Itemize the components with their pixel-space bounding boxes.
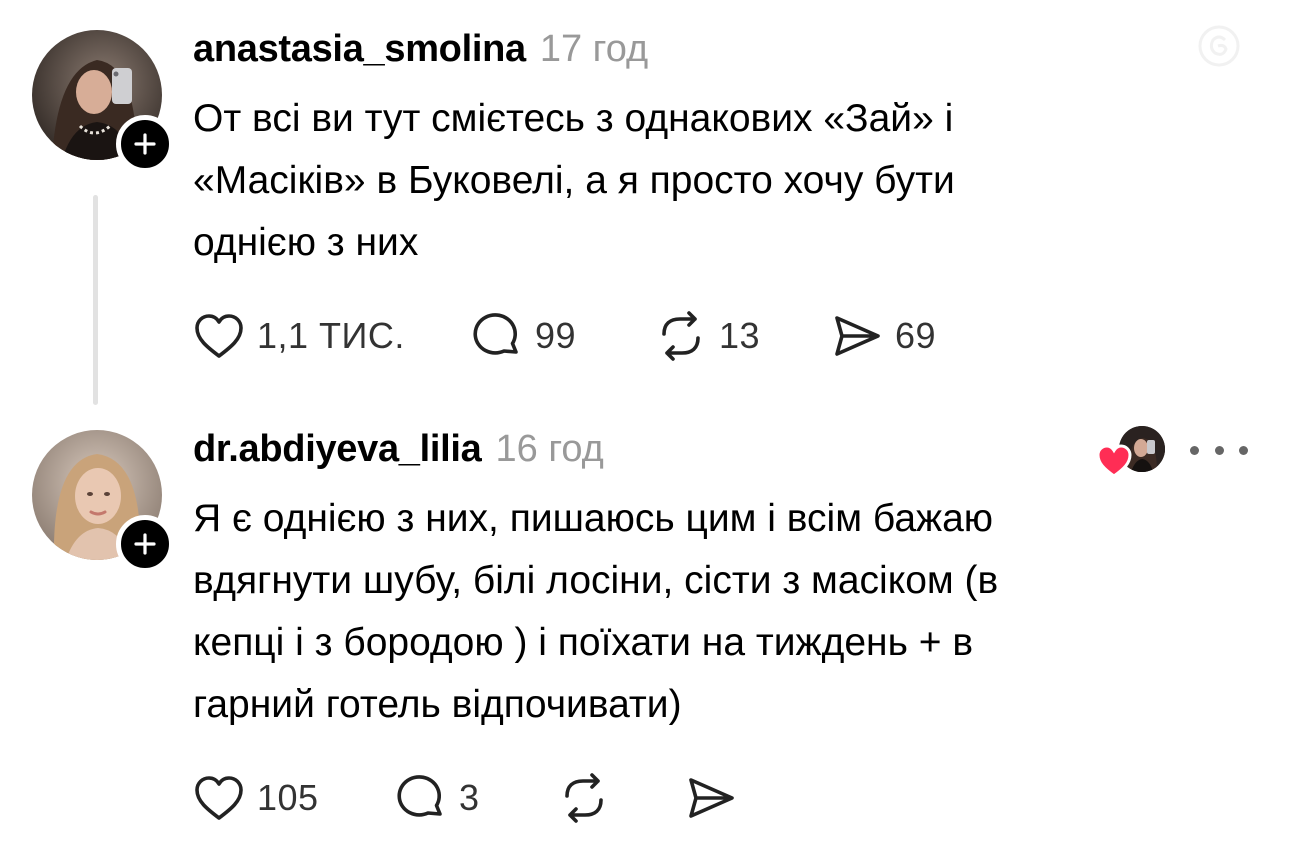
reply-button[interactable]: 3 (395, 772, 558, 824)
threads-logo-icon (1195, 22, 1243, 70)
follow-button[interactable] (116, 115, 174, 173)
liked-by-author-indicator (1095, 426, 1167, 486)
thread-connector-line (93, 195, 98, 405)
reply-button[interactable]: 99 (471, 310, 655, 362)
username[interactable]: dr.abdiyeva_lilia (193, 428, 482, 471)
author-avatar-wrap[interactable] (32, 30, 174, 173)
more-options-button[interactable] (1190, 434, 1248, 466)
liked-heart-icon (1096, 444, 1132, 478)
repost-icon (662, 311, 700, 361)
post-text: От всі ви тут смієтесь з однакових «Зай»… (193, 97, 955, 264)
heart-icon (195, 314, 243, 358)
timestamp[interactable]: 16 год (496, 428, 604, 471)
reply-count: 3 (459, 777, 480, 818)
follow-plus-icon (134, 133, 156, 155)
reply-count: 99 (535, 315, 577, 356)
follow-plus-icon (134, 533, 156, 555)
like-count: 1,1 тис. (257, 315, 405, 356)
like-count: 105 (257, 777, 319, 818)
repost-button[interactable]: 13 (655, 310, 831, 362)
share-count: 69 (895, 315, 937, 356)
post-actions: 1,1 тис. 99 13 69 (193, 308, 936, 364)
follow-button[interactable] (116, 515, 174, 573)
share-icon (835, 316, 880, 356)
author-avatar-wrap[interactable] (32, 430, 174, 573)
repost-button[interactable] (558, 772, 685, 824)
post-header: anastasia_smolina 17 год (193, 28, 648, 71)
share-button[interactable] (685, 772, 737, 824)
thread-post-2: dr.abdiyeva_lilia 16 год Я є однією з ни… (0, 410, 1290, 848)
post-text: Я є однією з них, пишаюсь цим і всім баж… (193, 497, 999, 726)
comment-icon (473, 313, 518, 355)
more-icon (1190, 445, 1199, 455)
thread-post-1: anastasia_smolina 17 год От всі ви тут с… (0, 0, 1290, 410)
like-button[interactable]: 105 (193, 774, 395, 822)
post-header: dr.abdiyeva_lilia 16 год (193, 428, 604, 471)
heart-icon (195, 776, 243, 820)
post-actions: 105 3 (193, 770, 737, 826)
share-button[interactable]: 69 (831, 310, 936, 362)
repost-icon (565, 773, 603, 823)
timestamp[interactable]: 17 год (540, 28, 648, 71)
username[interactable]: anastasia_smolina (193, 28, 526, 71)
repost-count: 13 (719, 315, 761, 356)
like-button[interactable]: 1,1 тис. (193, 312, 471, 360)
comment-icon (397, 775, 442, 817)
share-icon (689, 778, 734, 818)
